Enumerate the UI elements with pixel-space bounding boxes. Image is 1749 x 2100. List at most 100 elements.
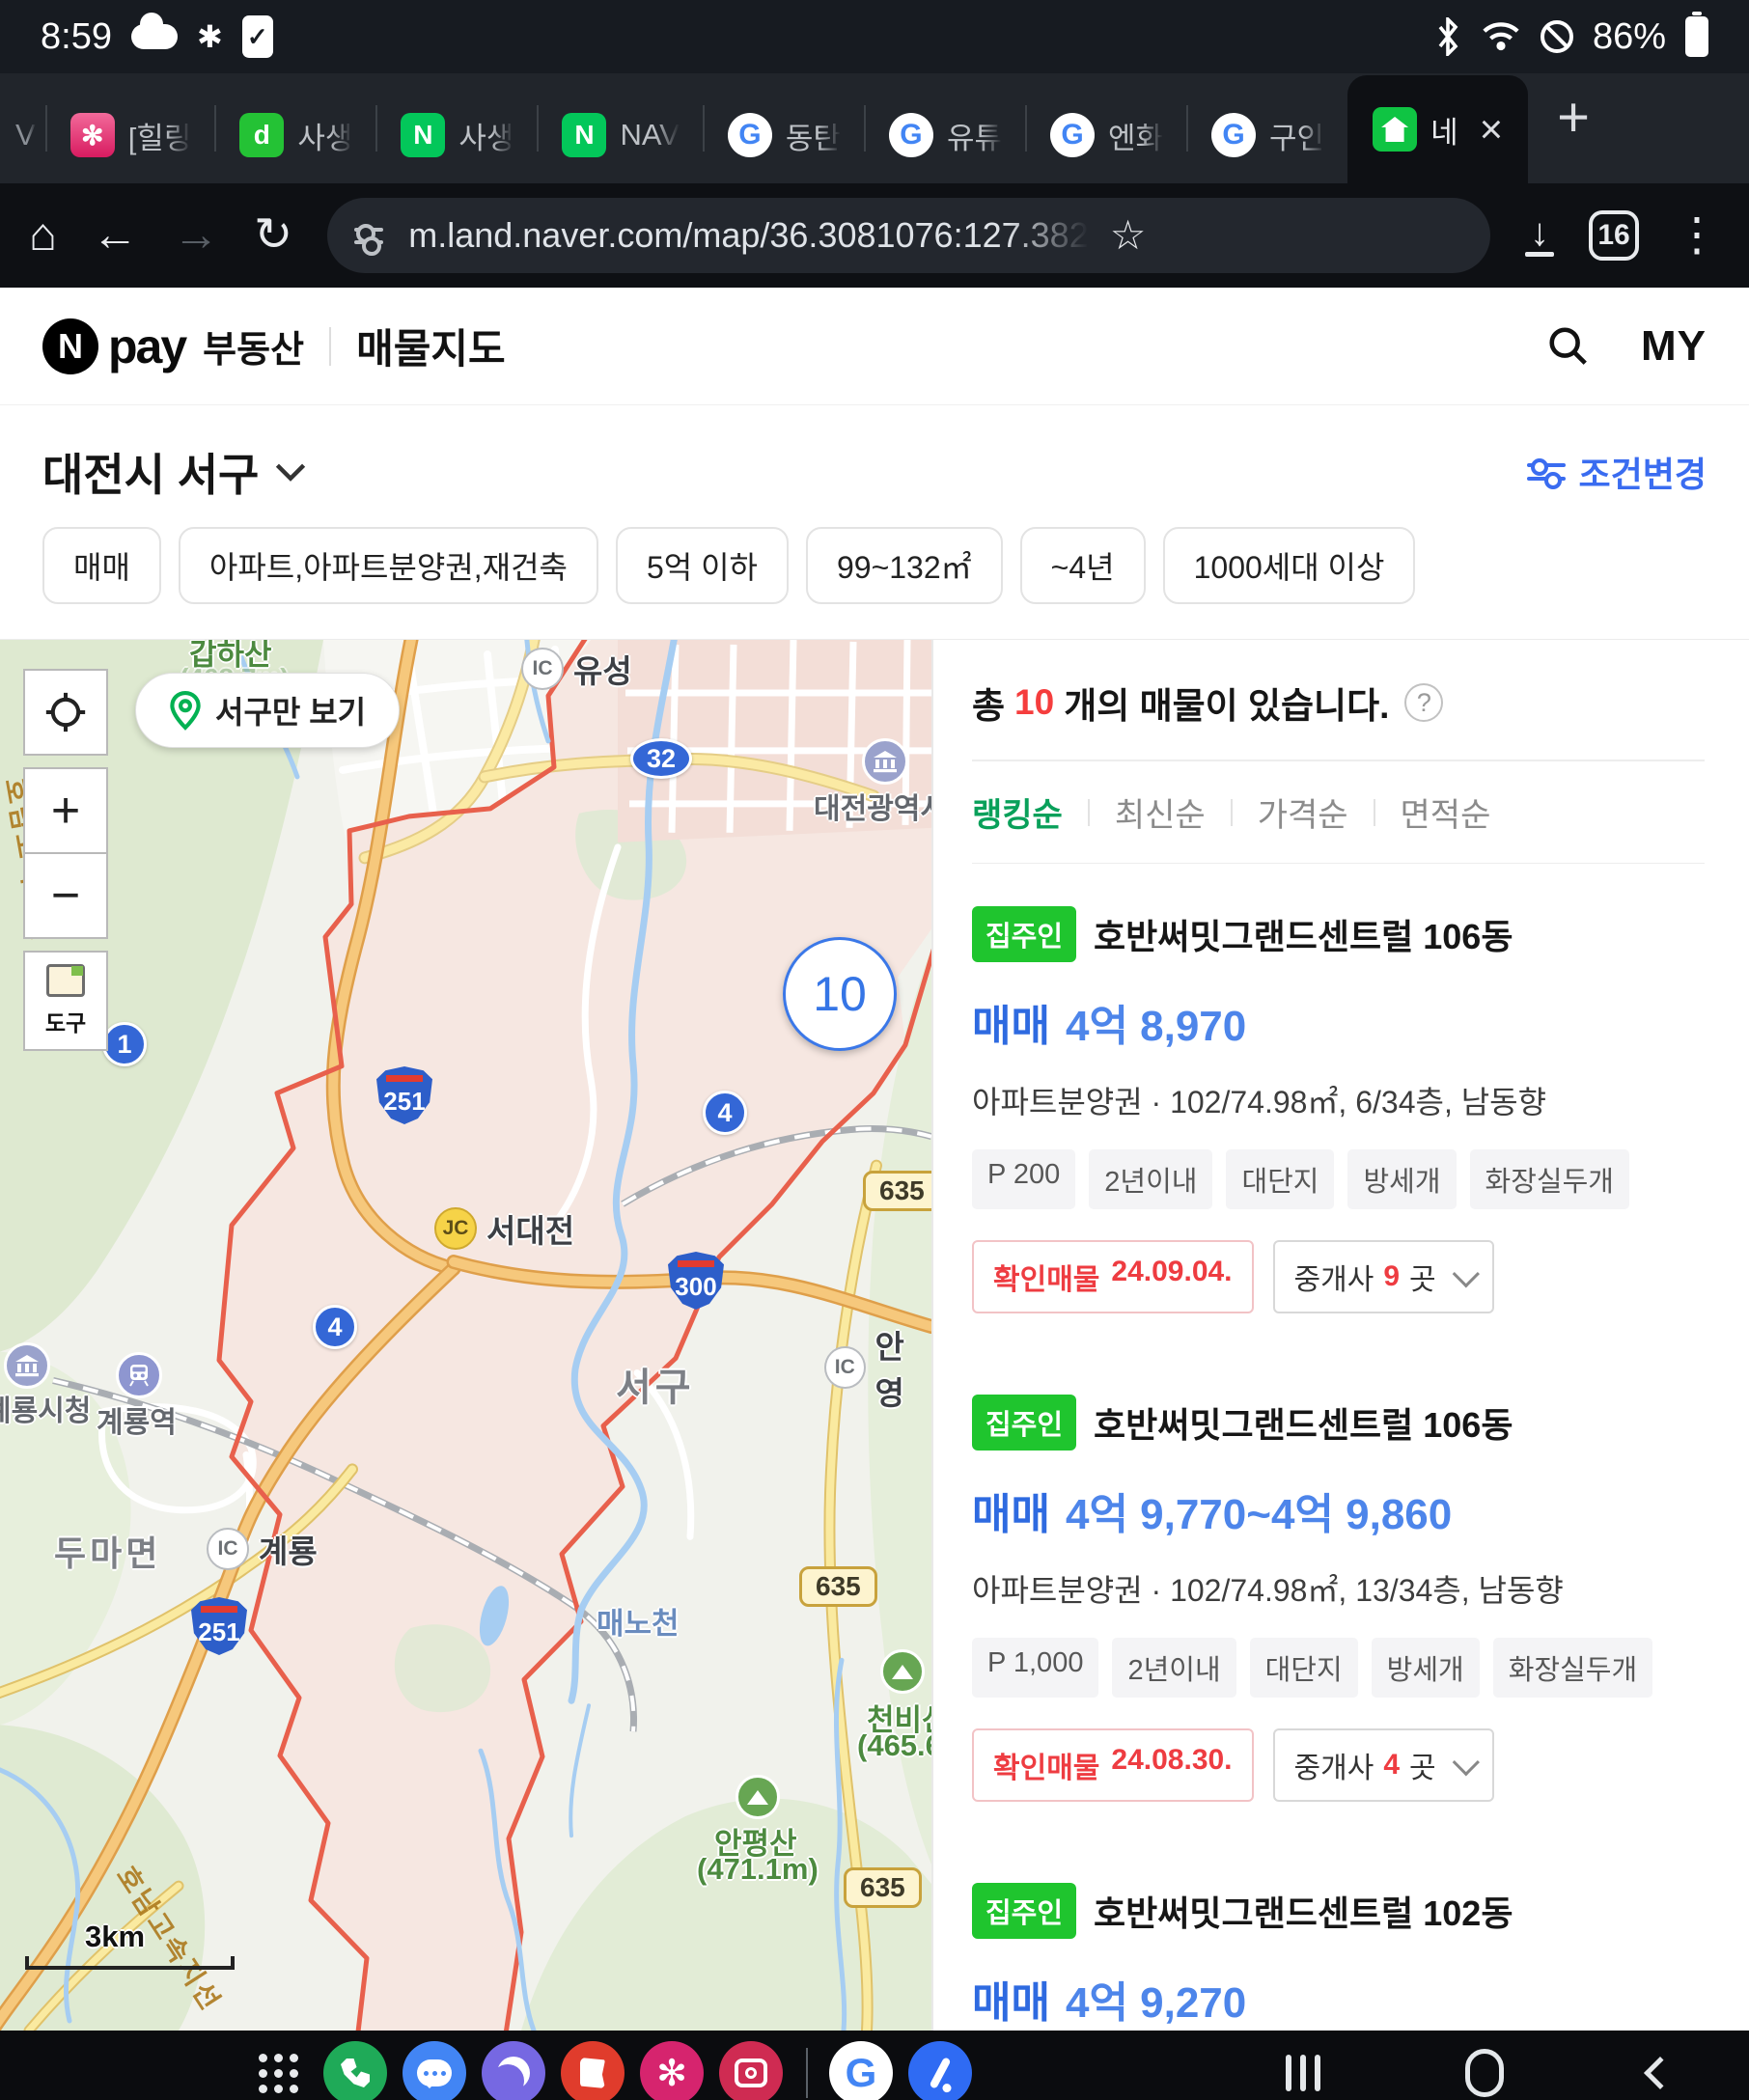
tab-jobs[interactable]: G구인 bbox=[1188, 87, 1347, 183]
tab-naver-land-active[interactable]: 네 × bbox=[1347, 75, 1528, 183]
trade-type: 매매 bbox=[972, 1479, 1050, 1541]
tab-privacy-naver[interactable]: N사생 bbox=[377, 87, 537, 183]
tag: 대단지 bbox=[1226, 1149, 1334, 1209]
my-location-button[interactable] bbox=[23, 669, 108, 756]
chip-area[interactable]: 99~132㎡ bbox=[806, 527, 1003, 604]
messages-app-icon[interactable] bbox=[403, 2041, 466, 2100]
pay-logo[interactable]: pay bbox=[108, 318, 185, 374]
url-bar[interactable]: m.land.naver.com/map/36.3081076:127.382 … bbox=[327, 198, 1490, 273]
tag: 화장실두개 bbox=[1493, 1638, 1652, 1698]
wifi-icon bbox=[1481, 19, 1521, 54]
site-settings-icon[interactable] bbox=[354, 228, 387, 244]
home-nav-button[interactable] bbox=[1465, 2049, 1504, 2097]
confirmed-listing-badge: 확인매물 24.08.30. bbox=[972, 1728, 1254, 1802]
price: 4억 9,270 bbox=[1066, 1968, 1246, 2030]
samsung-internet-app-icon[interactable] bbox=[482, 2041, 545, 2100]
naver-logo[interactable]: N bbox=[42, 318, 98, 374]
chip-trade-type[interactable]: 매매 bbox=[42, 527, 161, 604]
url-text: m.land.naver.com/map/36.3081076:127.382 bbox=[408, 215, 1089, 256]
naver-favicon: N bbox=[562, 113, 606, 157]
mountain-height-cheonbisan: (465.6m bbox=[857, 1728, 931, 1763]
help-icon[interactable]: ? bbox=[1404, 683, 1443, 722]
sort-ranking[interactable]: 랭킹순 bbox=[972, 788, 1063, 836]
listing-description: 아파트분양권 · 102/74.98㎡, 13/34층, 남동향 bbox=[972, 1566, 1705, 1611]
tag: P 1,000 bbox=[972, 1638, 1098, 1698]
view-district-only-button[interactable]: 서구만 보기 bbox=[135, 673, 400, 748]
recents-button[interactable] bbox=[1286, 2055, 1320, 2091]
confirm-date: 24.09.04. bbox=[1111, 1256, 1232, 1298]
tab-dongtan[interactable]: G동탄 bbox=[705, 87, 864, 183]
tag: 대단지 bbox=[1250, 1638, 1358, 1698]
tab-cutoff[interactable]: V bbox=[6, 87, 45, 183]
listing-item[interactable]: 집주인 호반써밋그랜드센트럴 102동 매매 4억 9,270 아파트분양권 ·… bbox=[972, 1840, 1705, 2031]
price: 4억 8,970 bbox=[1066, 991, 1246, 1053]
new-tab-button[interactable]: + bbox=[1557, 85, 1590, 150]
listing-item[interactable]: 집주인 호반써밋그랜드센트럴 106동 매매 4억 8,970 아파트분양권 ·… bbox=[972, 864, 1705, 1352]
browser-toolbar: ⌂ ← → ↻ m.land.naver.com/map/36.3081076:… bbox=[0, 183, 1749, 288]
sort-area[interactable]: 면적순 bbox=[1401, 788, 1491, 836]
all-apps-icon[interactable] bbox=[259, 2054, 298, 2093]
zoom-in-button[interactable]: + bbox=[23, 767, 108, 854]
region-label: 대전시 서구 bbox=[42, 440, 259, 504]
route-badge-635: 635 bbox=[844, 1867, 922, 1908]
camera-app-icon[interactable] bbox=[719, 2041, 783, 2100]
section-label[interactable]: 부동산 bbox=[203, 319, 304, 373]
dock-divider bbox=[806, 2048, 808, 2098]
chip-property-type[interactable]: 아파트,아파트분양권,재건축 bbox=[179, 527, 598, 604]
listing-title[interactable]: 호반써밋그랜드센트럴 106동 bbox=[1094, 1397, 1513, 1448]
back-button[interactable]: ← bbox=[92, 212, 138, 259]
tab-yen[interactable]: G엔화 bbox=[1027, 87, 1186, 183]
tab-privacy-daum[interactable]: d사생 bbox=[216, 87, 375, 183]
zoom-out-button[interactable]: − bbox=[23, 852, 108, 939]
route-badge-4: 4 bbox=[313, 1305, 357, 1349]
listing-title[interactable]: 호반써밋그랜드센트럴 102동 bbox=[1094, 1886, 1513, 1936]
tab-healing[interactable]: ✻[힐링 bbox=[47, 87, 215, 183]
tab-youtube[interactable]: G유튜 bbox=[866, 87, 1025, 183]
blue-app-icon[interactable] bbox=[908, 2041, 972, 2100]
flower-app-icon[interactable]: ✻ bbox=[640, 2041, 704, 2100]
pin-icon bbox=[169, 690, 202, 731]
condition-change-button[interactable]: 조건변경 bbox=[1527, 447, 1707, 497]
sort-price[interactable]: 가격순 bbox=[1258, 788, 1348, 836]
my-menu[interactable]: MY bbox=[1641, 322, 1707, 371]
bookmark-star-icon[interactable]: ☆ bbox=[1110, 215, 1147, 256]
confirm-date: 24.08.30. bbox=[1111, 1744, 1232, 1786]
forward-button[interactable]: → bbox=[173, 212, 219, 259]
weather-cloud-icon bbox=[131, 24, 178, 49]
listing-title[interactable]: 호반써밋그랜드센트럴 106동 bbox=[1094, 909, 1513, 959]
filter-chips: 매매 아파트,아파트분양권,재건축 5억 이하 99~132㎡ ~4년 1000… bbox=[0, 510, 1749, 639]
listing-item[interactable]: 집주인 호반써밋그랜드센트럴 106동 매매 4억 9,770~4억 9,860… bbox=[972, 1352, 1705, 1840]
phone-app-icon[interactable] bbox=[323, 2041, 387, 2100]
search-icon[interactable] bbox=[1546, 324, 1591, 369]
home-button[interactable]: ⌂ bbox=[29, 212, 57, 259]
google-app-icon[interactable]: G bbox=[829, 2041, 893, 2100]
map-canvas[interactable]: 갑하산 (468.7m) IC유성 대전광역시 호남고속지선 32 1 251 … bbox=[0, 640, 931, 2031]
chip-price[interactable]: 5억 이하 bbox=[616, 527, 789, 604]
scale-bar bbox=[25, 1956, 235, 1970]
chip-age[interactable]: ~4년 bbox=[1020, 527, 1146, 604]
chip-households[interactable]: 1000세대 이상 bbox=[1163, 527, 1416, 604]
reload-button[interactable]: ↻ bbox=[254, 212, 292, 259]
menu-kebab-icon[interactable]: ⋮ bbox=[1674, 212, 1720, 259]
district-label-seogu: 서구 bbox=[616, 1356, 695, 1412]
agent-count-dropdown[interactable]: 중개사 4 곳 bbox=[1273, 1728, 1494, 1802]
close-tab-icon[interactable]: × bbox=[1480, 106, 1504, 152]
agent-count-dropdown[interactable]: 중개사 9 곳 bbox=[1273, 1240, 1494, 1313]
listing-description: 아파트분양권 · 102/74.98㎡, 6/34층, 남동향 bbox=[972, 1078, 1705, 1122]
back-nav-button[interactable] bbox=[1649, 2061, 1672, 2085]
price: 4억 9,770~4억 9,860 bbox=[1066, 1479, 1452, 1541]
bluetooth-icon bbox=[1434, 17, 1461, 56]
mountain-icon-anpyeongsan bbox=[736, 1775, 780, 1819]
tab-naver[interactable]: NNAV bbox=[539, 87, 702, 183]
map-tools-button[interactable]: 도구 bbox=[23, 951, 108, 1051]
red-app-icon[interactable] bbox=[561, 2041, 625, 2100]
battery-icon bbox=[1685, 16, 1708, 57]
region-row: 대전시 서구 조건변경 bbox=[0, 405, 1749, 510]
sort-newest[interactable]: 최신순 bbox=[1115, 788, 1206, 836]
label-gyeryong-cityhall: 계룡시청 bbox=[0, 1387, 91, 1429]
tab-count-button[interactable]: 16 bbox=[1589, 210, 1639, 261]
listing-cluster-marker[interactable]: 10 bbox=[783, 937, 897, 1051]
region-selector[interactable]: 대전시 서구 bbox=[42, 440, 307, 504]
notification-molecule-icon: ✱ bbox=[197, 18, 223, 55]
download-button[interactable]: ↓ bbox=[1525, 215, 1554, 257]
